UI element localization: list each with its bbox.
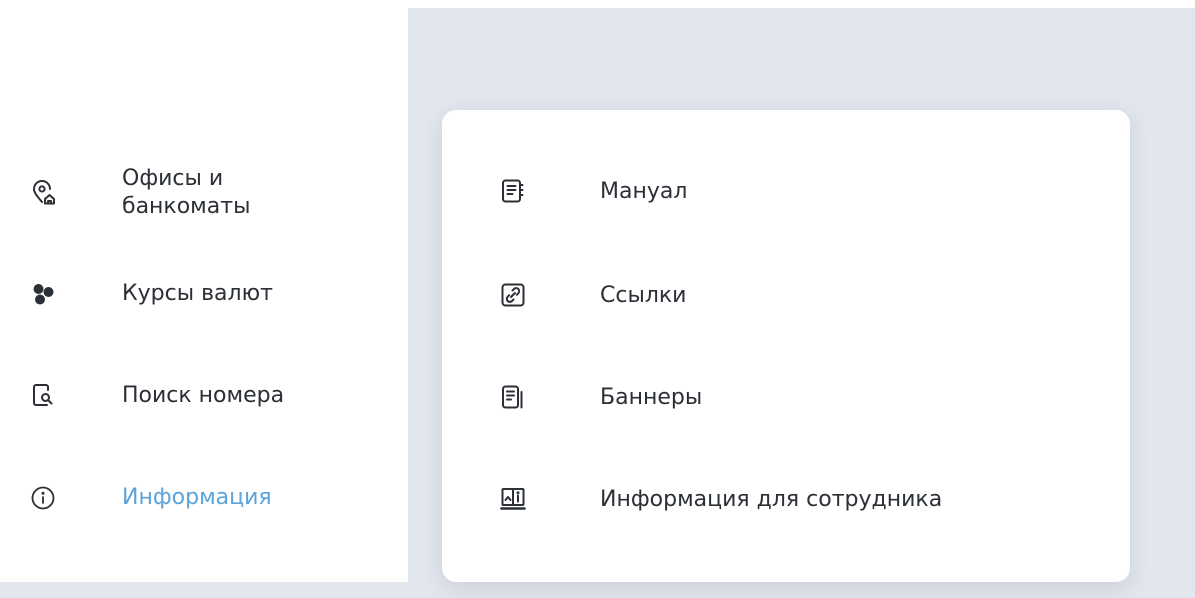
submenu-item-banners[interactable]: Баннеры <box>442 376 1130 420</box>
location-home-icon <box>30 180 56 206</box>
submenu-item-label: Информация для сотрудника <box>600 487 943 512</box>
banners-icon <box>500 384 526 410</box>
bottom-background <box>0 582 1195 598</box>
submenu-item-label: Баннеры <box>600 385 703 410</box>
sidebar-item-information[interactable]: Информация <box>0 476 408 520</box>
sidebar-item-label: Информация <box>122 485 272 510</box>
submenu-item-links[interactable]: Ссылки <box>442 274 1130 318</box>
sidebar-item-label: Поиск номера <box>122 383 285 408</box>
information-submenu: Мануал Ссылки Баннеры Информация для сот… <box>442 110 1130 582</box>
manual-icon <box>500 178 526 204</box>
sidebar-item-label: Курсы валют <box>122 281 273 306</box>
sidebar-item-label: Офисы и банкоматы <box>122 166 251 219</box>
submenu-item-label: Мануал <box>600 179 688 204</box>
employee-info-book-icon <box>500 486 526 512</box>
currency-exchange-icon <box>30 281 56 307</box>
submenu-item-employee-info[interactable]: Информация для сотрудника <box>442 478 1130 522</box>
submenu-item-label: Ссылки <box>600 283 687 308</box>
sidebar-item-offices-atms[interactable]: Офисы и банкоматы <box>0 160 408 226</box>
phone-search-icon <box>30 383 56 409</box>
link-icon <box>500 282 526 308</box>
sidebar-item-currency-rates[interactable]: Курсы валют <box>0 272 408 316</box>
sidebar-menu: Офисы и банкоматы Курсы валют Поиск номе… <box>0 0 408 582</box>
sidebar-item-number-search[interactable]: Поиск номера <box>0 374 408 418</box>
submenu-item-manual[interactable]: Мануал <box>442 170 1130 214</box>
info-icon <box>30 485 56 511</box>
